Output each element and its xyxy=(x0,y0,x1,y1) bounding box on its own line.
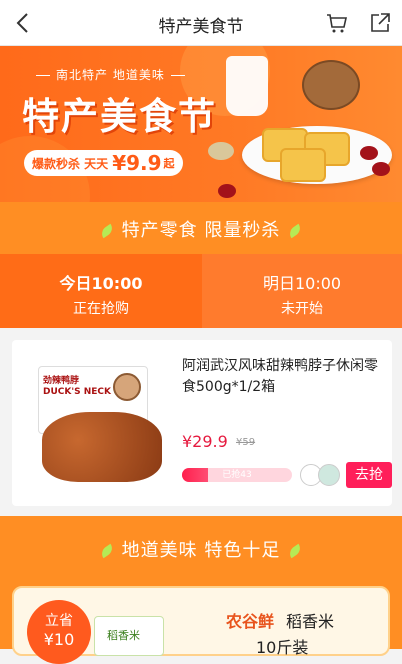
save-amount: ¥10 xyxy=(43,630,75,649)
tab-day: 今日 xyxy=(59,274,92,293)
cart-icon[interactable] xyxy=(325,11,349,35)
duck-neck-image xyxy=(42,412,162,482)
hero-title: 特产美食节 xyxy=(22,95,217,138)
buy-button[interactable]: 去抢 xyxy=(346,462,392,488)
tab-tomorrow[interactable]: 明日10:00 未开始 xyxy=(202,254,402,328)
section-local-specialties: 地道美味 特色十足 立省 ¥10 稻香米 农谷鲜 稻香米 10斤装 xyxy=(0,516,402,664)
rice-bag-text: 稻香米 xyxy=(107,629,140,642)
flash-sale-banner: 特产零食 限量秒杀 xyxy=(0,202,402,254)
tab-status: 正在抢购 xyxy=(73,301,129,317)
flash-sale-label: 特产零食 限量秒杀 xyxy=(121,220,281,241)
cake-image xyxy=(280,148,326,182)
product-box-brand: 劲辣鸭脖 xyxy=(43,376,80,386)
time-tabs: 今日10:00 正在抢购 明日10:00 未开始 xyxy=(0,254,402,328)
tab-hour: 10:00 xyxy=(91,274,143,293)
leaf-icon xyxy=(287,223,304,239)
product-price: ¥29.9 xyxy=(182,432,228,451)
featured-name: 稻香米 xyxy=(286,612,335,631)
tab-today[interactable]: 今日10:00 正在抢购 xyxy=(0,254,202,328)
leaf-icon xyxy=(287,543,304,559)
tab-time: 明日10:00 xyxy=(202,270,402,294)
nav-bar: 特产美食节 xyxy=(0,0,402,46)
section-label: 地道美味 特色十足 xyxy=(121,540,281,561)
buyer-avatar xyxy=(318,464,340,486)
sold-progress-bar: 已抢43 xyxy=(182,468,292,482)
date-fruit-image xyxy=(360,146,378,160)
leaf-icon xyxy=(98,543,115,559)
hero-promo-pill: 爆款秒杀 天天 ¥9.9 起 xyxy=(24,150,183,176)
mascot-face-image xyxy=(113,373,141,401)
product-card[interactable]: 劲辣鸭脖 DUCK'S NECK 阿润武汉风味甜辣鸭脖子休闲零食500g*1/2… xyxy=(12,340,392,506)
featured-brand: 农谷鲜 xyxy=(226,612,275,631)
date-fruit-image xyxy=(372,162,390,176)
pistachio-image xyxy=(208,142,234,160)
milk-image xyxy=(226,56,268,116)
hero-subtitle: 南北特产 地道美味 xyxy=(30,66,191,83)
section-title: 地道美味 特色十足 xyxy=(0,536,402,562)
product-box-english: DUCK'S NECK xyxy=(43,387,111,397)
tab-day: 明日 xyxy=(262,274,295,293)
share-icon[interactable] xyxy=(368,11,392,35)
leaf-icon xyxy=(98,223,115,239)
promo-price: ¥9.9 xyxy=(112,151,162,175)
featured-quantity: 10斤装 xyxy=(256,638,309,657)
tab-hour: 10:00 xyxy=(294,274,342,293)
product-image: 劲辣鸭脖 DUCK'S NECK xyxy=(38,354,164,482)
promo-suffix: 起 xyxy=(163,157,175,170)
flash-sale-title: 特产零食 限量秒杀 xyxy=(0,216,402,242)
product-title[interactable]: 阿润武汉风味甜辣鸭脖子休闲零食500g*1/2箱 xyxy=(182,356,382,398)
sold-progress-text: 已抢43 xyxy=(222,470,252,480)
walnut-image xyxy=(302,60,360,110)
date-fruit-image xyxy=(218,184,236,198)
hero-banner[interactable]: 南北特产 地道美味 特产美食节 爆款秒杀 天天 ¥9.9 起 xyxy=(0,46,402,202)
save-badge: 立省 ¥10 xyxy=(27,600,91,664)
tab-status: 未开始 xyxy=(281,301,323,317)
tab-time: 今日10:00 xyxy=(0,270,202,294)
save-label: 立省 xyxy=(45,613,73,629)
original-price: ¥59 xyxy=(236,437,256,448)
rice-bag-image: 稻香米 xyxy=(94,616,164,656)
promo-text: 爆款秒杀 天天 xyxy=(32,156,109,171)
